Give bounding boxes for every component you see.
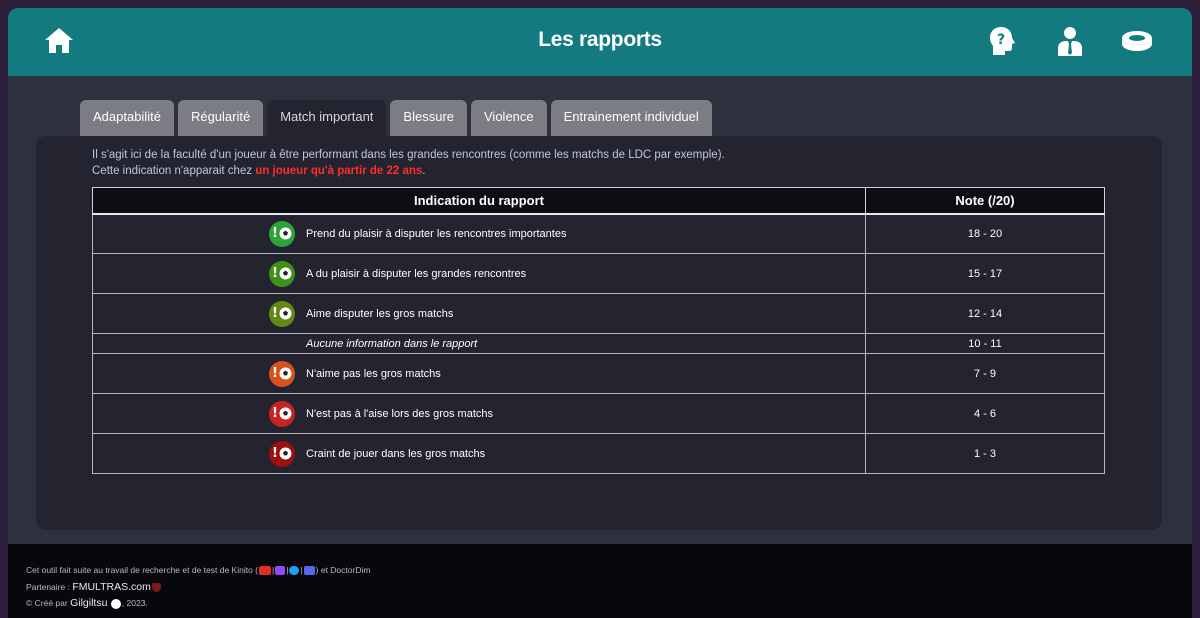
indication-text: A du plaisir à disputer les grandes renc…: [306, 267, 527, 280]
youtube-icon[interactable]: [259, 566, 271, 576]
top-bar: Les rapports ?: [8, 8, 1192, 76]
indication-content: ! Prend du plaisir à disputer les rencont…: [269, 220, 567, 247]
author-name[interactable]: Gilgiltsu: [70, 597, 107, 609]
exclamation-football-icon: !: [269, 220, 295, 247]
header-indication: Indication du rapport: [92, 187, 866, 215]
twitter-icon[interactable]: [289, 566, 300, 576]
report-tabs: Adaptabilité Régularité Match important …: [80, 100, 712, 136]
separator: |: [272, 565, 275, 575]
exclamation-football-icon: !: [269, 440, 295, 467]
manager-icon[interactable]: [1053, 24, 1087, 58]
separator: |: [300, 565, 303, 575]
indication-cell: ! N'est pas à l'aise lors des gros matchs: [92, 393, 866, 434]
report-table: Indication du rapport Note (/20) ! Prend …: [92, 187, 1105, 474]
report-panel: Il s'agit ici de la faculté d'un joueur …: [36, 136, 1162, 530]
exclamation-football-icon: !: [269, 400, 295, 427]
intro-line-1: Il s'agit ici de la faculté d'un joueur …: [92, 149, 725, 161]
footer-partner: Partenaire : FMULTRAS.com: [26, 581, 162, 593]
header-note: Note (/20): [865, 187, 1105, 215]
tab-violence[interactable]: Violence: [471, 100, 547, 136]
indication-cell: ! Craint de jouer dans les gros matchs: [92, 433, 866, 474]
table-row: ! Craint de jouer dans les gros matchs 1 -…: [92, 433, 1105, 474]
indication-cell: ! Prend du plaisir à disputer les rencont…: [92, 213, 866, 254]
indication-cell: ! A du plaisir à disputer les grandes ren…: [92, 253, 866, 294]
shield-icon: [151, 583, 161, 593]
table-row: ! N'aime pas les gros matchs 7 - 9: [92, 353, 1105, 394]
indication-text: Aucune information dans le rapport: [306, 337, 478, 350]
stadium-icon[interactable]: [1120, 24, 1154, 58]
exclamation-football-icon: !: [269, 300, 295, 327]
footer-author: © Créé par Gilgiltsu , 2023.: [26, 597, 148, 609]
indication-text: Craint de jouer dans les gros matchs: [306, 447, 486, 460]
app-window: Les rapports ? Adaptabilité Régularité M…: [8, 8, 1192, 618]
table-row: ! Aime disputer les gros matchs 12 - 14: [92, 293, 1105, 334]
indication-content: ! A du plaisir à disputer les grandes ren…: [269, 260, 527, 287]
intro-text: Il s'agit ici de la faculté d'un joueur …: [92, 147, 725, 179]
author-suffix: , 2023.: [121, 598, 148, 608]
table-header-row: Indication du rapport Note (/20): [92, 187, 1105, 215]
indication-content: ! N'est pas à l'aise lors des gros matchs: [269, 400, 493, 427]
note-cell: 10 - 11: [865, 333, 1105, 354]
intro-line-2-suffix: .: [422, 165, 426, 177]
tab-adaptabilite[interactable]: Adaptabilité: [80, 100, 174, 136]
indication-content: ! Aime disputer les gros matchs: [269, 300, 454, 327]
note-cell: 4 - 6: [865, 393, 1105, 434]
table-row: Aucune information dans le rapport 10 - 1…: [92, 333, 1105, 354]
note-cell: 7 - 9: [865, 353, 1105, 394]
note-cell: 15 - 17: [865, 253, 1105, 294]
note-cell: 12 - 14: [865, 293, 1105, 334]
credits-prefix: Cet outil fait suite au travail de reche…: [26, 565, 258, 575]
table-row: ! Prend du plaisir à disputer les rencont…: [92, 213, 1105, 254]
note-cell: 1 - 3: [865, 433, 1105, 474]
table-row: ! A du plaisir à disputer les grandes ren…: [92, 253, 1105, 294]
tab-match-important[interactable]: Match important: [267, 100, 387, 136]
indication-cell: Aucune information dans le rapport: [92, 333, 866, 354]
author-prefix: © Créé par: [26, 598, 71, 608]
tab-blessure[interactable]: Blessure: [390, 100, 467, 136]
indication-content: Aucune information dans le rapport: [306, 338, 477, 350]
credits-suffix: ) et DoctorDim: [315, 565, 371, 575]
separator: |: [286, 565, 289, 575]
exclamation-football-icon: !: [269, 260, 295, 287]
indication-content: ! N'aime pas les gros matchs: [269, 360, 441, 387]
discord-icon[interactable]: [303, 566, 315, 576]
exclamation-football-icon: !: [269, 360, 295, 387]
github-icon[interactable]: [110, 598, 121, 609]
age-highlight: un joueur qu'à partir de 22 ans: [255, 165, 423, 177]
partner-link[interactable]: FMULTRAS.com: [72, 581, 151, 593]
indication-content: ! Craint de jouer dans les gros matchs: [269, 440, 486, 467]
intro-line-2: Cette indication n'apparait chez un joue…: [92, 163, 725, 179]
indication-text: Prend du plaisir à disputer les rencontr…: [306, 227, 567, 240]
indication-text: N'est pas à l'aise lors des gros matchs: [306, 407, 493, 420]
note-cell: 18 - 20: [865, 213, 1105, 254]
tab-entrainement-individuel[interactable]: Entrainement individuel: [550, 100, 712, 136]
indication-cell: ! Aime disputer les gros matchs: [92, 293, 866, 334]
indication-text: Aime disputer les gros matchs: [306, 307, 454, 320]
head-question-icon[interactable]: ?: [986, 24, 1020, 58]
intro-line-2-prefix: Cette indication n'apparait chez: [92, 165, 256, 177]
tab-regularite[interactable]: Régularité: [177, 100, 264, 136]
partner-prefix: Partenaire :: [26, 582, 73, 592]
indication-text: N'aime pas les gros matchs: [306, 367, 441, 380]
footer: Cet outil fait suite au travail de reche…: [8, 544, 1192, 618]
svg-text:?: ?: [997, 32, 1005, 48]
indication-cell: ! N'aime pas les gros matchs: [92, 353, 866, 394]
twitch-icon[interactable]: [275, 566, 286, 576]
footer-credits: Cet outil fait suite au travail de reche…: [26, 565, 371, 576]
table-row: ! N'est pas à l'aise lors des gros matchs…: [92, 393, 1105, 434]
